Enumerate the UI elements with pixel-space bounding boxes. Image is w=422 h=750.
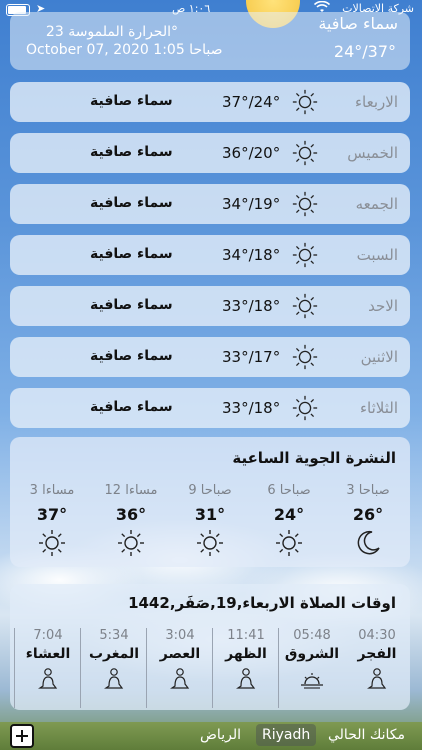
prayer-time: 3:04 (165, 628, 195, 643)
day-temperature: 37°/24° (222, 93, 281, 111)
daily-forecast-row[interactable]: سماء صافية 34°/19° الجمعه (10, 184, 410, 224)
prayer-item: 11:41 الظهر (212, 628, 279, 708)
prayer-name: العشاء (25, 646, 71, 662)
praying-person-icon (101, 666, 127, 692)
sun-icon (291, 343, 319, 371)
hourly-item: 3 صباحا 26° (328, 483, 408, 563)
hourly-item: 9 صباحا 31° (170, 483, 250, 563)
day-name: الثلاثاء (359, 399, 398, 417)
hourly-temperature: 24° (273, 505, 305, 524)
daily-forecast-row[interactable]: سماء صافية 33°/18° الثلاثاء (10, 388, 410, 428)
day-name: الخميس (347, 144, 398, 162)
prayer-time: 5:34 (99, 628, 129, 643)
praying-person-icon (167, 666, 193, 692)
prayer-name: الشروق (284, 646, 340, 662)
hourly-time: 9 صباحا (188, 483, 232, 498)
current-date: October 07, 2020 صباحا 1:05 (26, 42, 223, 58)
sun-icon (291, 139, 319, 167)
daily-forecast-row[interactable]: سماء صافية 33°/18° الاحد (10, 286, 410, 326)
prayer-name: الظهر (225, 646, 267, 662)
day-condition: سماء صافية (90, 93, 173, 109)
sun-icon (274, 528, 304, 558)
sunrise-icon (299, 666, 325, 692)
hourly-item: 6 صباحا 24° (249, 483, 329, 563)
daily-forecast-row[interactable]: سماء صافية 34°/18° السبت (10, 235, 410, 275)
prayer-name: الفجر (357, 646, 397, 662)
day-name: الاثنين (360, 348, 398, 366)
day-temperature: 34°/18° (222, 246, 281, 264)
prayer-time: 05:48 (293, 628, 331, 643)
prayer-name: المغرب (88, 646, 140, 662)
day-name: السبت (356, 246, 398, 264)
hourly-item: 12 مساءا 36° (91, 483, 171, 563)
prayer-time: 11:41 (227, 628, 265, 643)
sun-icon (291, 394, 319, 422)
hourly-time: 12 مساءا (104, 483, 158, 498)
feels-like: الحرارة الملموسة 23° (45, 24, 178, 40)
hourly-time: 3 صباحا (346, 483, 390, 498)
prayer-time: 7:04 (33, 628, 63, 643)
bottom-bar: الرياض Riyadh مكانك الحالي (0, 720, 422, 750)
tab-riyadh-arabic[interactable]: الرياض (194, 724, 247, 746)
prayer-name: العصر (159, 646, 201, 662)
day-condition: سماء صافية (90, 297, 173, 313)
day-temperature: 34°/19° (222, 195, 281, 213)
sun-icon (291, 88, 319, 116)
day-condition: سماء صافية (90, 348, 173, 364)
hourly-temperature: 36° (115, 505, 147, 524)
sun-icon (195, 528, 225, 558)
tab-riyadh[interactable]: Riyadh (256, 724, 317, 746)
hourly-item: 3 مساءا 37° (12, 483, 92, 563)
daily-forecast-row[interactable]: سماء صافية 36°/20° الخميس (10, 133, 410, 173)
moon-icon (353, 528, 383, 558)
day-name: الاحد (368, 297, 398, 315)
prayer-item: 3:04 العصر (146, 628, 213, 708)
hourly-temperature: 31° (194, 505, 226, 524)
add-location-button[interactable] (10, 724, 34, 748)
prayer-time: 04:30 (358, 628, 396, 643)
hourly-time: 3 مساءا (29, 483, 75, 498)
hourly-time: 6 صباحا (267, 483, 311, 498)
hourly-title: النشرة الجوية الساعية (232, 449, 396, 467)
prayer-item: 04:30 الفجر (344, 628, 410, 708)
day-temperature: 33°/18° (222, 399, 281, 417)
day-condition: سماء صافية (90, 246, 173, 262)
current-range: 24°/37° (333, 42, 396, 61)
praying-person-icon (233, 666, 259, 692)
praying-person-icon (35, 666, 61, 692)
prayer-title: اوقات الصلاة الاربعاء,19,صَفَر,1442 (128, 594, 396, 612)
prayer-item: 7:04 العشاء (14, 628, 81, 708)
praying-person-icon (364, 666, 390, 692)
sun-icon (37, 528, 67, 558)
current-weather-card: الحرارة الملموسة 23° سماء صافية October … (10, 12, 410, 70)
hourly-forecast-card: النشرة الجوية الساعية 3 صباحا 26° 6 صباحا 2… (10, 437, 410, 567)
daily-forecast-row[interactable]: سماء صافية 33°/17° الاثنين (10, 337, 410, 377)
current-condition: سماء صافية (318, 14, 398, 33)
sun-icon (291, 241, 319, 269)
day-condition: سماء صافية (90, 144, 173, 160)
prayer-item: 05:48 الشروق (278, 628, 345, 708)
day-name: الجمعه (355, 195, 398, 213)
day-name: الاربعاء (354, 93, 398, 111)
sun-icon (116, 528, 146, 558)
prayer-item: 5:34 المغرب (80, 628, 147, 708)
hourly-temperature: 26° (352, 505, 384, 524)
tab-current-location[interactable]: مكانك الحالي (322, 724, 411, 746)
hourly-temperature: 37° (36, 505, 68, 524)
day-condition: سماء صافية (90, 195, 173, 211)
prayer-times-card: اوقات الصلاة الاربعاء,19,صَفَر,1442 04:3… (10, 584, 410, 710)
daily-forecast-row[interactable]: سماء صافية 37°/24° الاربعاء (10, 82, 410, 122)
day-temperature: 33°/17° (222, 348, 281, 366)
day-temperature: 33°/18° (222, 297, 281, 315)
sun-icon (291, 292, 319, 320)
day-temperature: 36°/20° (222, 144, 281, 162)
sun-icon (291, 190, 319, 218)
day-condition: سماء صافية (90, 399, 173, 415)
